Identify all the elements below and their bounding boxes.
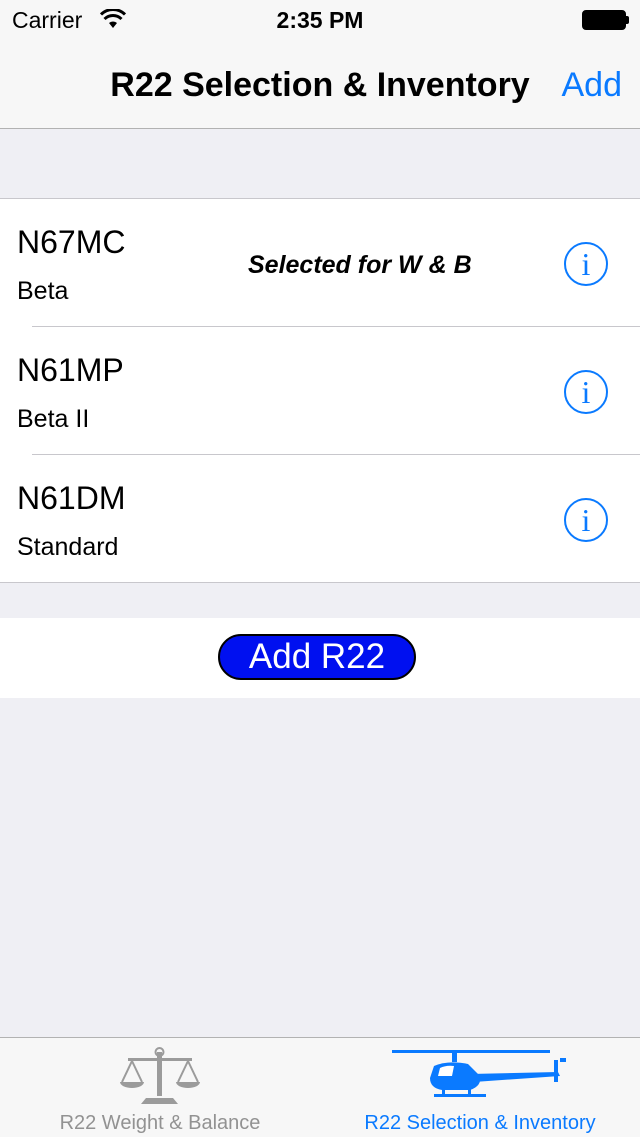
scale-icon (118, 1046, 202, 1113)
tab-label: R22 Selection & Inventory (364, 1112, 596, 1134)
tab-selection-inventory[interactable]: R22 Selection & Inventory (320, 1038, 640, 1137)
aircraft-registration: N61DM (17, 480, 126, 516)
aircraft-row[interactable]: N61MP Beta II i (17, 326, 640, 454)
status-bar: Carrier 2:35 PM (0, 0, 640, 40)
helicopter-icon (390, 1046, 574, 1111)
tab-label: R22 Weight & Balance (59, 1112, 261, 1134)
aircraft-row[interactable]: N61DM Standard i (17, 454, 640, 582)
aircraft-registration: N67MC (17, 224, 126, 260)
selected-status-label: Selected for W & B (248, 251, 472, 279)
aircraft-list: N67MC Beta Selected for W & B i N61MP Be… (0, 198, 640, 583)
info-icon[interactable]: i (564, 498, 608, 542)
tab-bar: R22 Weight & Balance R22 Selection & Inv (0, 1037, 640, 1137)
aircraft-model: Beta (17, 277, 69, 305)
info-icon[interactable]: i (564, 242, 608, 286)
add-r22-button[interactable]: Add R22 (218, 634, 416, 680)
page-title: R22 Selection & Inventory (110, 66, 530, 104)
navigation-bar: R22 Selection & Inventory Add (0, 40, 640, 129)
aircraft-model: Standard (17, 533, 119, 561)
battery-icon (582, 10, 629, 30)
tab-weight-balance[interactable]: R22 Weight & Balance (0, 1038, 320, 1137)
aircraft-registration: N61MP (17, 352, 124, 388)
add-button[interactable]: Add (562, 66, 623, 105)
info-icon[interactable]: i (564, 370, 608, 414)
clock: 2:35 PM (276, 7, 364, 33)
aircraft-model: Beta II (17, 405, 90, 433)
aircraft-row[interactable]: N67MC Beta Selected for W & B i (0, 199, 640, 326)
add-aircraft-section: Add R22 (0, 618, 640, 698)
